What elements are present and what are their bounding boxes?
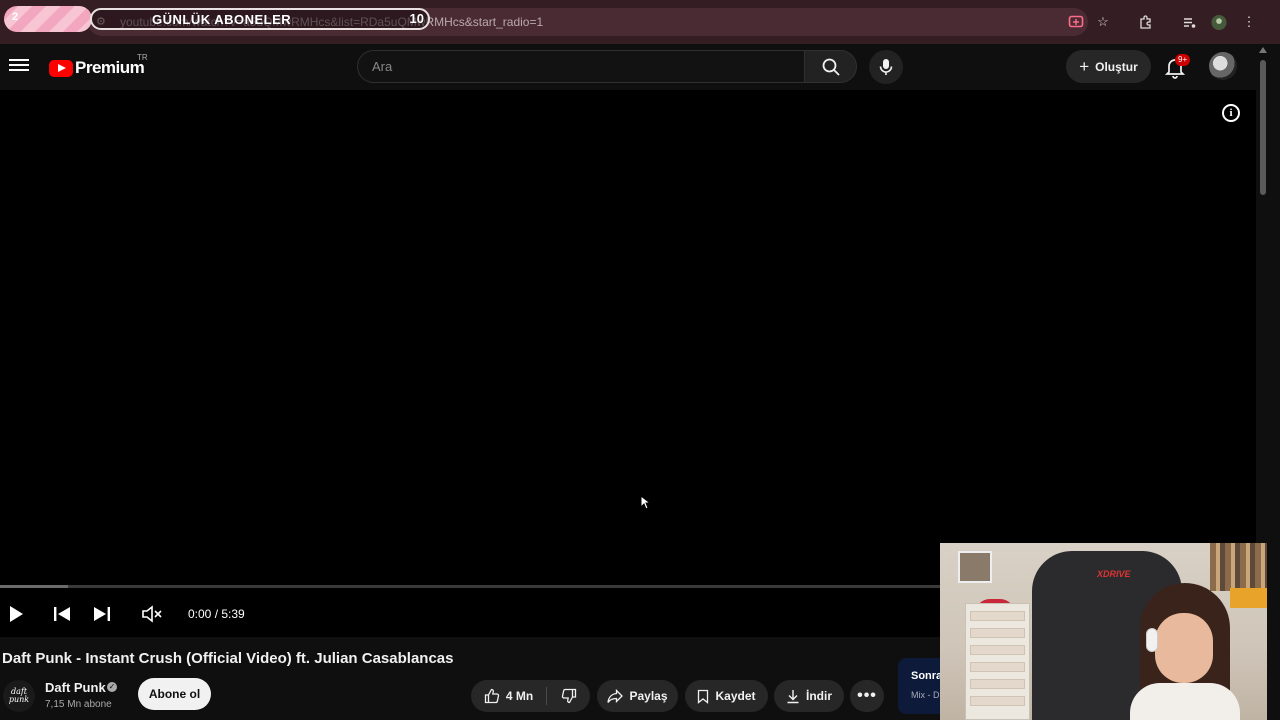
headphones xyxy=(1146,628,1158,652)
download-icon xyxy=(787,689,799,703)
buffered-progress xyxy=(0,585,68,588)
overlay-title: GÜNLÜK ABONELER xyxy=(152,12,292,27)
streamer-face xyxy=(1155,613,1213,683)
like-count: 4 Mn xyxy=(505,689,534,703)
share-label: Paylaş xyxy=(629,689,668,703)
notification-badge: 9+ xyxy=(1175,54,1191,66)
subscribe-label: Abone ol xyxy=(148,687,201,701)
extensions-icon[interactable] xyxy=(1137,14,1153,30)
play-icon xyxy=(10,606,23,622)
bookshelf xyxy=(1210,543,1267,591)
create-label: Oluştur xyxy=(1095,59,1138,74)
thumbs-up-icon xyxy=(484,688,499,704)
stream-overlay-pill: 2 xyxy=(4,6,92,32)
profile-avatar-icon[interactable] xyxy=(1211,14,1227,30)
previous-button[interactable] xyxy=(52,604,72,624)
like-button[interactable]: 4 Mn xyxy=(471,680,546,712)
media-controls-icon[interactable] xyxy=(1181,14,1197,30)
search-input[interactable] xyxy=(372,59,772,74)
more-actions-button[interactable]: ••• xyxy=(850,680,884,712)
channel-avatar-text: daft punk xyxy=(8,687,30,704)
account-avatar[interactable] xyxy=(1209,52,1237,80)
volume-muted-icon xyxy=(142,605,162,623)
skip-next-icon xyxy=(94,607,110,621)
next-button[interactable] xyxy=(92,604,112,624)
microphone-icon xyxy=(879,59,893,75)
create-button[interactable]: + Oluştur xyxy=(1066,50,1151,83)
youtube-header: Premium TR + Oluştur 9+ xyxy=(0,44,1256,90)
mute-button[interactable] xyxy=(141,604,163,624)
channel-avatar[interactable]: daft punk xyxy=(3,680,35,712)
share-button[interactable]: Paylaş xyxy=(597,680,678,712)
video-title: Daft Punk - Instant Crush (Official Vide… xyxy=(2,650,454,667)
mouse-cursor-icon xyxy=(640,494,652,515)
cast-icon[interactable] xyxy=(1068,14,1084,30)
subscribe-button[interactable]: Abone ol xyxy=(138,678,211,710)
youtube-premium-logo[interactable]: Premium TR xyxy=(49,53,148,78)
verified-check-icon: ✓ xyxy=(107,682,117,692)
download-label: İndir xyxy=(806,689,832,703)
dislike-button[interactable] xyxy=(547,680,590,712)
hamburger-menu-icon[interactable] xyxy=(9,56,29,76)
browser-toolbar: ⚙ youtube.com/watch?v=a5uQMwRMHcs&list=R… xyxy=(0,0,1280,44)
voice-search-button[interactable] xyxy=(869,50,903,84)
scrollbar-thumb[interactable] xyxy=(1260,60,1266,195)
plus-icon: + xyxy=(1079,56,1090,76)
progress-bar[interactable] xyxy=(0,585,940,588)
search-button[interactable] xyxy=(804,50,857,83)
region-code: TR xyxy=(137,53,148,62)
like-dislike-group: 4 Mn xyxy=(471,680,590,712)
streamer-webcam-overlay: XDRIVE xyxy=(940,543,1267,720)
chair-brand: XDRIVE xyxy=(1097,569,1131,579)
share-icon xyxy=(607,689,624,703)
scroll-up-arrow-icon[interactable] xyxy=(1259,47,1267,53)
time-display: 0:00 / 5:39 xyxy=(188,607,245,621)
save-button[interactable]: Kaydet xyxy=(685,680,768,712)
up-next-subtitle: Mix - D xyxy=(911,690,940,700)
stream-overlay-subscriber-bar: GÜNLÜK ABONELER 10 xyxy=(90,8,430,30)
more-horizontal-icon: ••• xyxy=(857,687,877,704)
save-label: Kaydet xyxy=(715,689,756,703)
bookmark-star-icon[interactable]: ☆ xyxy=(1095,14,1111,30)
streamer-shirt xyxy=(1130,683,1240,720)
overlay-count: 10 xyxy=(409,11,424,26)
wall-sign xyxy=(1230,588,1267,608)
subscriber-count: 7,15 Mn abone xyxy=(45,699,112,710)
info-icon[interactable]: i xyxy=(1222,104,1240,122)
wall-picture xyxy=(958,551,992,583)
browser-menu-icon[interactable]: ⋮ xyxy=(1241,14,1257,30)
play-button[interactable] xyxy=(6,604,26,624)
search-box xyxy=(357,50,804,83)
bookmark-icon xyxy=(698,689,709,704)
skip-previous-icon xyxy=(54,607,70,621)
youtube-play-logo-icon xyxy=(49,59,73,77)
thumbs-down-icon xyxy=(561,688,576,704)
up-next-label: Sonra xyxy=(911,670,943,682)
logo-text: Premium xyxy=(75,58,145,77)
search-icon xyxy=(822,58,840,76)
download-button[interactable]: İndir xyxy=(774,680,844,712)
drawer-unit xyxy=(965,603,1030,720)
channel-name[interactable]: Daft Punk xyxy=(45,680,106,695)
overlay-left-number: 2 xyxy=(12,11,19,23)
